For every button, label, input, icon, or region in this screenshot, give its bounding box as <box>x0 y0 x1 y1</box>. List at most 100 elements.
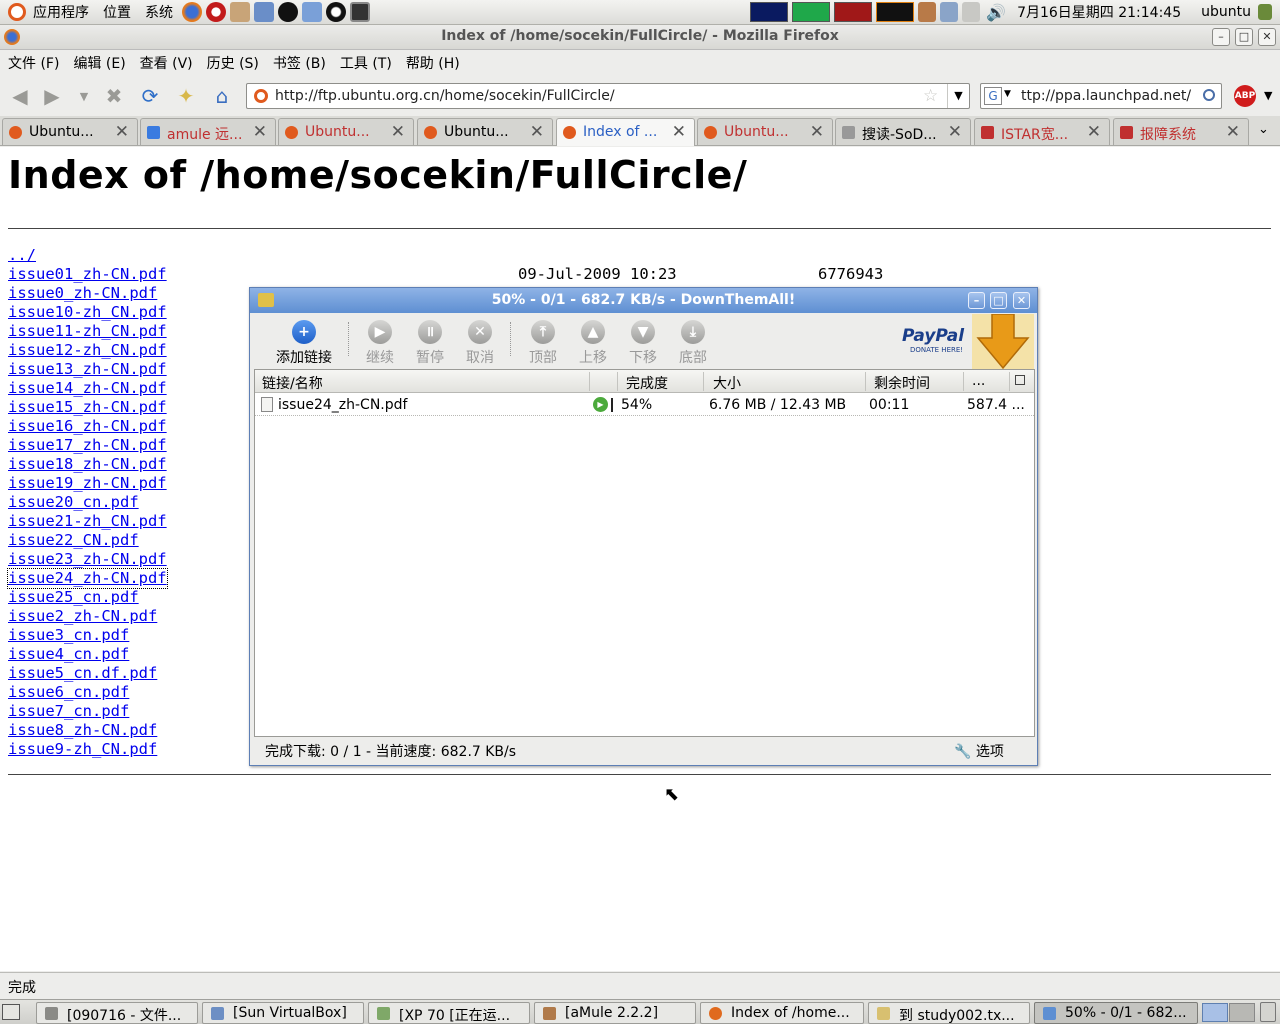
tab-close-icon[interactable]: ✕ <box>948 122 962 142</box>
tab-list-icon[interactable]: ⌄ <box>1258 122 1269 137</box>
file-link[interactable]: issue11-zh_CN.pdf <box>8 322 167 341</box>
file-link[interactable]: issue19_zh-CN.pdf <box>8 474 167 493</box>
file-link[interactable]: issue6_cn.pdf <box>8 683 129 702</box>
clock[interactable]: 7月16日星期四 21:14:45 <box>1010 2 1188 22</box>
task-text-editor[interactable]: 到 study002.tx... <box>868 1002 1030 1024</box>
menu-file[interactable]: 文件 (F) <box>1 53 66 73</box>
bookmark-page-star-icon[interactable]: ☆ <box>923 86 938 106</box>
url-bar[interactable]: http://ftp.ubuntu.org.cn/home/socekin/Fu… <box>246 83 970 109</box>
file-link[interactable]: issue0_zh-CN.pdf <box>8 284 157 303</box>
file-link[interactable]: issue16_zh-CN.pdf <box>8 417 167 436</box>
file-link[interactable]: issue23_zh-CN.pdf <box>8 550 167 569</box>
memory-monitor-icon[interactable] <box>792 2 831 22</box>
show-desktop-icon[interactable] <box>2 1004 20 1020</box>
column-speed[interactable]: ... <box>972 373 985 389</box>
tab-close-icon[interactable]: ✕ <box>530 122 544 142</box>
shutdown-icon[interactable] <box>1258 4 1272 20</box>
network-tool-icon[interactable] <box>254 2 274 22</box>
places-menu[interactable]: 位置 <box>96 2 138 22</box>
tab-9[interactable]: 报障系统 ✕ <box>1113 118 1249 145</box>
workspace-1[interactable] <box>1202 1003 1228 1022</box>
task-firefox[interactable]: Index of /home... <box>700 1002 864 1024</box>
file-link[interactable]: issue25_cn.pdf <box>8 588 139 607</box>
cancel-button[interactable]: ✕ 取消 <box>450 320 510 367</box>
load-monitor-icon[interactable] <box>876 2 915 22</box>
bookmark-star-icon[interactable]: ✦ <box>174 84 198 108</box>
minimize-button[interactable]: – <box>1212 28 1230 46</box>
file-link[interactable]: issue7_cn.pdf <box>8 702 129 721</box>
virtualbox-launcher-icon[interactable] <box>302 2 322 22</box>
home-icon[interactable]: ⌂ <box>210 84 234 108</box>
workspace-2[interactable] <box>1229 1003 1255 1022</box>
firefox-launcher-icon[interactable] <box>182 2 202 22</box>
app-a-launcher-icon[interactable] <box>278 2 298 22</box>
paypal-donate-button[interactable]: PayPal DONATE HERE! <box>898 314 1036 370</box>
tab-7[interactable]: 搜读-SoD... ✕ <box>835 118 971 145</box>
search-text[interactable]: ttp://ppa.launchpad.net/ <box>1021 88 1191 104</box>
tab-1[interactable]: Ubuntu... ✕ <box>2 118 138 145</box>
printer-icon[interactable] <box>962 2 981 22</box>
menu-help[interactable]: 帮助 (H) <box>399 53 467 73</box>
user-switcher[interactable]: ubuntu <box>1194 4 1258 20</box>
reload-icon[interactable]: ⟳ <box>138 84 162 108</box>
task-virtualbox[interactable]: [Sun VirtualBox] <box>202 1002 364 1024</box>
file-link[interactable]: issue14_zh-CN.pdf <box>8 379 167 398</box>
menu-history[interactable]: 历史 (S) <box>200 53 266 73</box>
tab-6[interactable]: Ubuntu... ✕ <box>697 118 833 145</box>
tab-4[interactable]: Ubuntu... ✕ <box>417 118 553 145</box>
file-link[interactable]: issue13_zh-CN.pdf <box>8 360 167 379</box>
stop-icon[interactable]: ✖ <box>102 84 126 108</box>
file-link[interactable]: issue9-zh_CN.pdf <box>8 740 157 759</box>
column-name[interactable]: 链接/名称 <box>262 373 323 393</box>
search-magnifier-icon[interactable] <box>1203 89 1215 101</box>
file-link[interactable]: issue21-zh_CN.pdf <box>8 512 167 531</box>
file-link[interactable]: issue22_CN.pdf <box>8 531 139 550</box>
file-link[interactable]: issue17_zh-CN.pdf <box>8 436 167 455</box>
close-button[interactable]: ✕ <box>1258 28 1276 46</box>
task-amule[interactable]: [aMule 2.2.2] <box>534 1002 696 1024</box>
menu-view[interactable]: 查看 (V) <box>133 53 200 73</box>
parent-directory-link[interactable]: ../ <box>8 246 36 265</box>
history-dropdown-icon[interactable]: ▼ <box>72 85 96 107</box>
qq-launcher-icon[interactable] <box>326 2 346 22</box>
dialog-maximize-button[interactable]: □ <box>990 292 1007 309</box>
file-link[interactable]: issue4_cn.pdf <box>8 645 129 664</box>
file-link[interactable]: issue20_cn.pdf <box>8 493 139 512</box>
volume-icon[interactable]: 🔊 <box>986 3 1006 22</box>
file-link[interactable]: issue8_zh-CN.pdf <box>8 721 157 740</box>
google-engine-icon[interactable]: G <box>984 87 1002 105</box>
file-link[interactable]: issue15_zh-CN.pdf <box>8 398 167 417</box>
column-progress[interactable]: 完成度 <box>626 373 668 393</box>
network-status-icon[interactable] <box>940 2 959 22</box>
weather-icon[interactable] <box>918 2 937 22</box>
engine-dropdown-icon[interactable]: ▼ <box>1004 89 1011 99</box>
site-identity-icon[interactable] <box>254 89 268 103</box>
url-text[interactable]: http://ftp.ubuntu.org.cn/home/socekin/Fu… <box>275 88 615 104</box>
tab-close-icon[interactable]: ✕ <box>810 122 824 142</box>
file-link[interactable]: issue3_cn.pdf <box>8 626 129 645</box>
ubuntu-logo-icon[interactable] <box>8 3 26 21</box>
terminal-launcher-icon[interactable] <box>350 2 370 22</box>
amule-launcher-icon[interactable] <box>230 2 250 22</box>
adblock-plus-icon[interactable]: ABP <box>1234 85 1256 107</box>
opera-launcher-icon[interactable] <box>206 2 226 22</box>
file-link[interactable]: issue2_zh-CN.pdf <box>8 607 157 626</box>
options-button[interactable]: 🔧 选项 <box>954 741 1004 761</box>
tab-close-icon[interactable]: ✕ <box>115 122 129 142</box>
forward-icon[interactable]: ▶ <box>40 84 64 108</box>
column-picker-icon[interactable] <box>1015 375 1025 385</box>
task-file-manager[interactable]: [090716 - 文件... <box>36 1002 198 1024</box>
toolbar-overflow-icon[interactable]: ▼ <box>1264 89 1272 102</box>
file-link[interactable]: issue12-zh_CN.pdf <box>8 341 167 360</box>
file-link[interactable]: issue10-zh_CN.pdf <box>8 303 167 322</box>
file-link[interactable]: issue24_zh-CN.pdf <box>7 568 168 589</box>
move-bottom-button[interactable]: ⤓ 底部 <box>663 320 723 367</box>
tab-5-active[interactable]: Index of ... ✕ <box>556 118 695 146</box>
system-menu[interactable]: 系统 <box>138 2 180 22</box>
dialog-close-button[interactable]: ✕ <box>1013 292 1030 309</box>
tab-close-icon[interactable]: ✕ <box>1226 122 1240 142</box>
menu-edit[interactable]: 编辑 (E) <box>66 53 132 73</box>
search-bar[interactable]: G ▼ ttp://ppa.launchpad.net/ <box>980 83 1222 109</box>
tab-3[interactable]: Ubuntu... ✕ <box>278 118 414 145</box>
trash-icon[interactable] <box>1260 1002 1276 1022</box>
